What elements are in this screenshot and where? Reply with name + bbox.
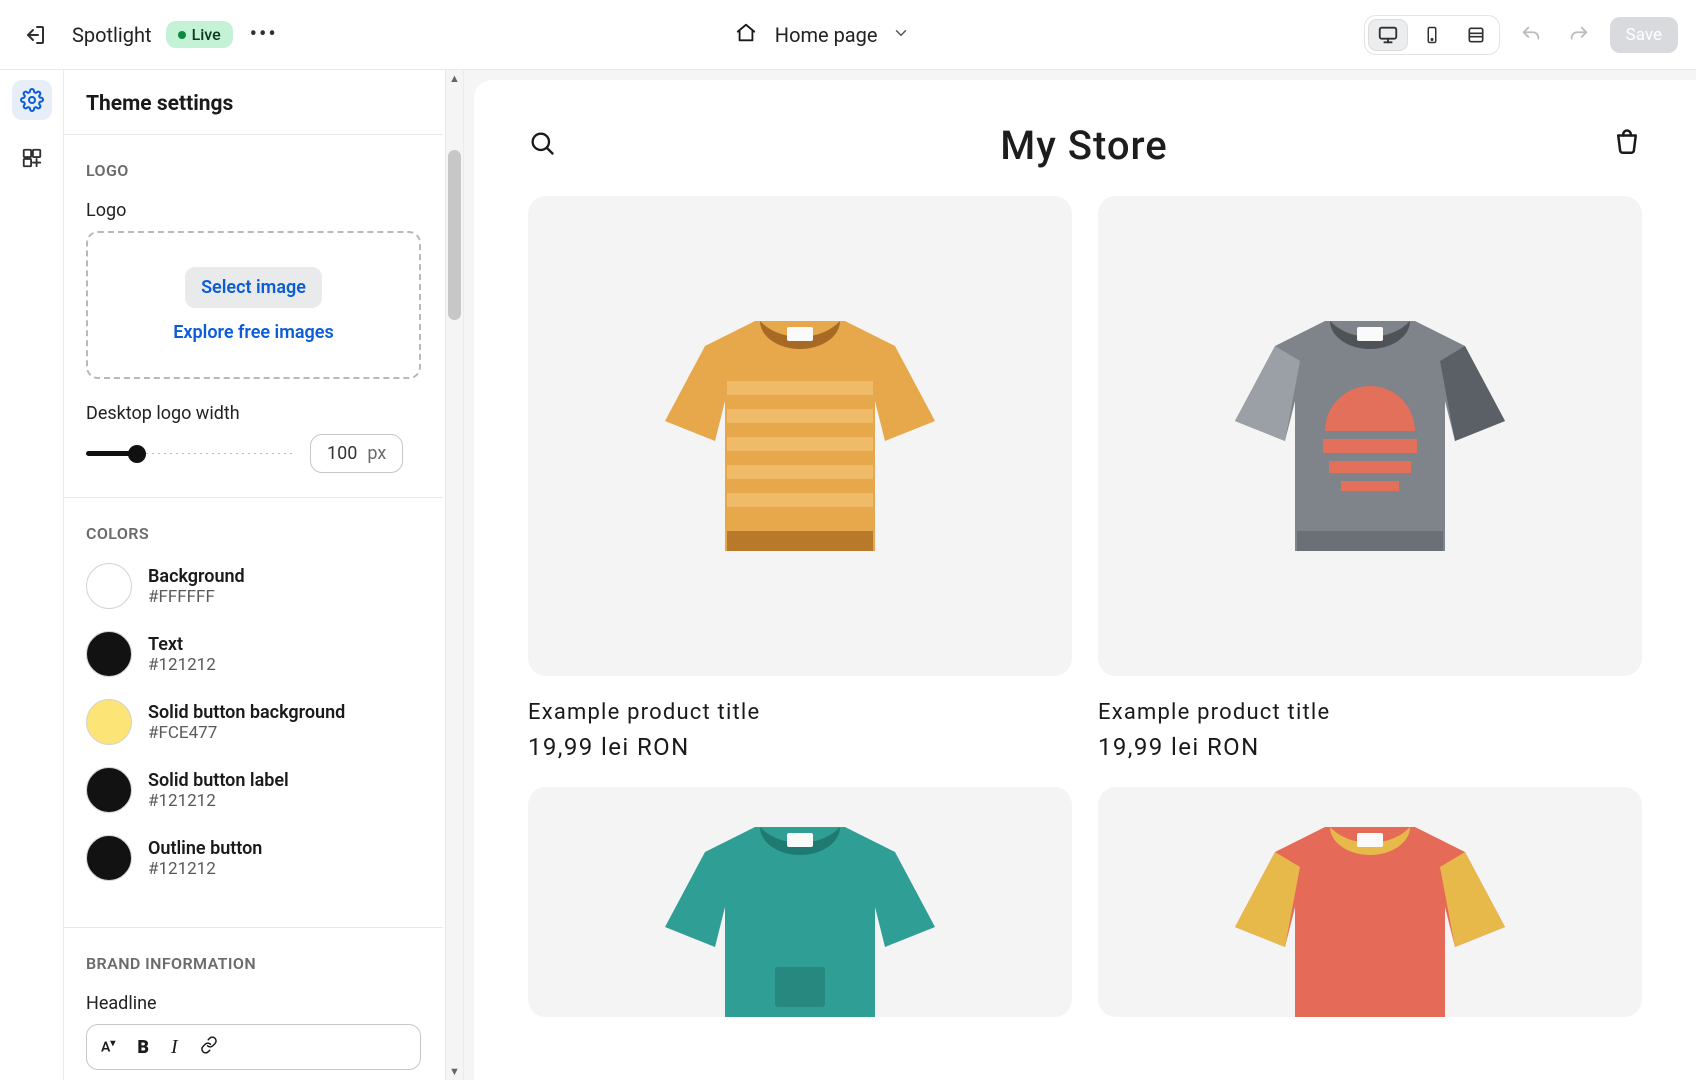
home-icon [735,22,757,48]
product-title: Example product title [528,700,1072,725]
theme-name: Spotlight [72,23,152,47]
color-hex: #FCE477 [148,723,345,743]
panel-scrollbar[interactable]: ▲ ▼ [445,70,463,1080]
viewport-toggles [1364,15,1500,55]
ellipsis-icon: ••• [250,22,278,47]
bold-icon[interactable]: B [137,1037,149,1058]
headline-label: Headline [86,993,421,1014]
color-row[interactable]: Background #FFFFFF [86,563,421,609]
color-label: Outline button [148,838,262,859]
product-card[interactable]: Example product title 19,99 lei RON [1098,196,1642,761]
logo-field-label: Logo [86,200,421,221]
color-hex: #121212 [148,859,262,879]
select-image-button[interactable]: Select image [185,267,322,308]
color-swatch [86,835,132,881]
color-hex: #FFFFFF [148,587,245,607]
search-icon[interactable] [528,129,556,161]
color-row[interactable]: Text #121212 [86,631,421,677]
logo-width-unit: px [367,443,386,464]
scroll-down-icon[interactable]: ▼ [446,1065,463,1078]
logo-width-slider[interactable] [86,449,296,459]
desktop-view-button[interactable] [1368,19,1408,51]
color-swatch [86,631,132,677]
save-button[interactable]: Save [1610,17,1678,53]
product-price: 19,99 lei RON [528,733,1072,761]
page-selector[interactable]: Home page [735,22,910,48]
slider-knob-icon[interactable] [128,445,146,463]
link-icon[interactable] [200,1036,218,1058]
store-header: My Store [528,100,1642,190]
logo-width-input[interactable]: 100 px [310,434,403,473]
live-badge: Live [166,21,233,48]
colors-section: COLORS Background #FFFFFF Text #121212 S… [64,497,443,927]
product-card[interactable] [528,787,1072,1017]
preview-area: My Store [464,70,1696,1080]
store-title: My Store [1000,122,1167,169]
section-heading-brand: BRAND INFORMATION [86,954,421,973]
product-image-placeholder [528,787,1072,1017]
live-label: Live [192,25,221,44]
color-label: Solid button label [148,770,289,791]
undo-button[interactable] [1514,18,1548,52]
section-heading-logo: LOGO [86,161,421,180]
color-swatch [86,699,132,745]
top-bar: Spotlight Live ••• Home page [0,0,1696,70]
product-title: Example product title [1098,700,1642,725]
chevron-down-icon [892,24,910,46]
brand-section: BRAND INFORMATION Headline A▾ B I [64,927,443,1080]
scroll-thumb[interactable] [448,150,461,320]
settings-panel: Theme settings LOGO Logo Select image Ex… [64,70,464,1080]
scroll-up-icon[interactable]: ▲ [446,72,463,85]
product-card[interactable] [1098,787,1642,1017]
live-dot-icon [178,31,186,39]
color-swatch [86,767,132,813]
fullscreen-view-button[interactable] [1456,19,1496,51]
app-embeds-tab[interactable] [12,138,52,178]
product-image-placeholder [528,196,1072,676]
side-rail [0,70,64,1080]
more-actions-button[interactable]: ••• [247,18,281,52]
color-swatch [86,563,132,609]
tshirt-sun-icon [1215,291,1525,581]
tshirt-striped-icon [645,291,955,581]
product-image-placeholder [1098,196,1642,676]
color-row[interactable]: Solid button background #FCE477 [86,699,421,745]
logo-dropzone[interactable]: Select image Explore free images [86,231,421,379]
color-hex: #121212 [148,655,216,675]
italic-icon[interactable]: I [171,1036,178,1059]
color-label: Text [148,634,216,655]
logo-section: LOGO Logo Select image Explore free imag… [64,135,443,497]
tshirt-teal-icon [645,797,955,1017]
product-image-placeholder [1098,787,1642,1017]
font-picker-icon[interactable]: A▾ [101,1038,115,1056]
cart-icon[interactable] [1612,128,1642,162]
theme-settings-tab[interactable] [12,80,52,120]
mobile-view-button[interactable] [1412,19,1452,51]
logo-width-value: 100 [327,443,357,464]
color-label: Background [148,566,245,587]
explore-free-images-link[interactable]: Explore free images [173,322,333,343]
page-title: Home page [775,23,878,47]
tshirt-coral-icon [1215,797,1525,1017]
product-price: 19,99 lei RON [1098,733,1642,761]
product-card[interactable]: Example product title 19,99 lei RON [528,196,1072,761]
color-label: Solid button background [148,702,345,723]
headline-toolbar[interactable]: A▾ B I [86,1024,421,1070]
color-row[interactable]: Outline button #121212 [86,835,421,881]
exit-icon[interactable] [18,18,52,52]
section-heading-colors: COLORS [86,524,421,543]
color-row[interactable]: Solid button label #121212 [86,767,421,813]
color-hex: #121212 [148,791,289,811]
redo-button[interactable] [1562,18,1596,52]
panel-title: Theme settings [64,70,443,135]
logo-width-label: Desktop logo width [86,403,421,424]
